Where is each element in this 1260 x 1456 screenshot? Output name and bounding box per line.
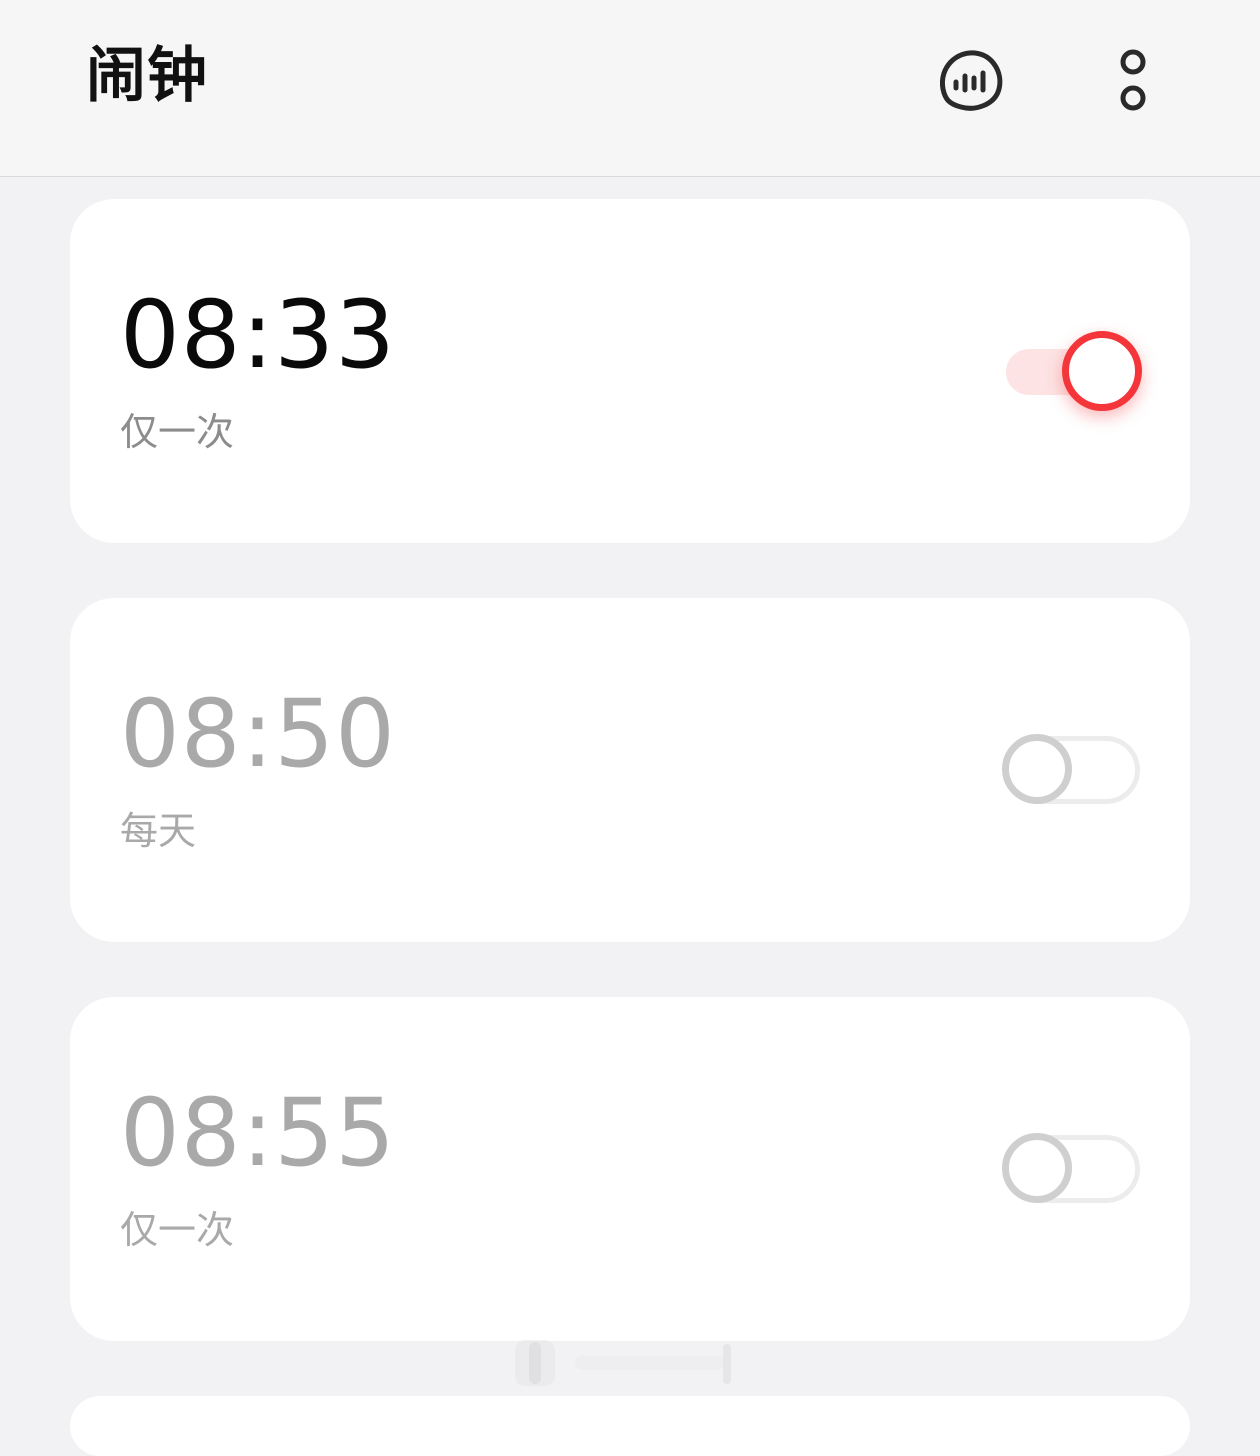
alarm-toggle[interactable] [1002,1133,1146,1205]
alarm-time: 08:55 [120,1079,396,1188]
alarm-repeat-label: 仅一次 [120,410,235,454]
alarm-toggle[interactable] [1002,331,1146,411]
toggle-knob [1002,1133,1072,1203]
scroll-hint-icon [515,1340,731,1386]
toggle-knob [1062,331,1142,411]
toggle-knob [1002,734,1072,804]
alarm-card[interactable]: 08:55 仅一次 [70,997,1190,1341]
voice-button[interactable] [930,40,1010,120]
voice-waveform-icon [939,50,1003,111]
alarm-repeat-label: 每天 [120,809,197,853]
alarm-time: 08:50 [120,680,396,789]
alarm-card-partial[interactable] [70,1396,1190,1456]
page-title: 闹钟 [86,41,208,111]
alarm-list: 08:33 仅一次 08:50 每天 08:55 仅一次 [0,176,1260,1456]
more-vertical-icon [1120,49,1146,111]
app-bar: 闹钟 [0,0,1260,177]
more-options-button[interactable] [1100,40,1166,120]
alarm-repeat-label: 仅一次 [120,1208,235,1252]
alarm-card[interactable]: 08:33 仅一次 [70,199,1190,543]
alarm-toggle[interactable] [1002,734,1146,806]
alarm-card[interactable]: 08:50 每天 [70,598,1190,942]
alarm-time: 08:33 [120,281,396,390]
